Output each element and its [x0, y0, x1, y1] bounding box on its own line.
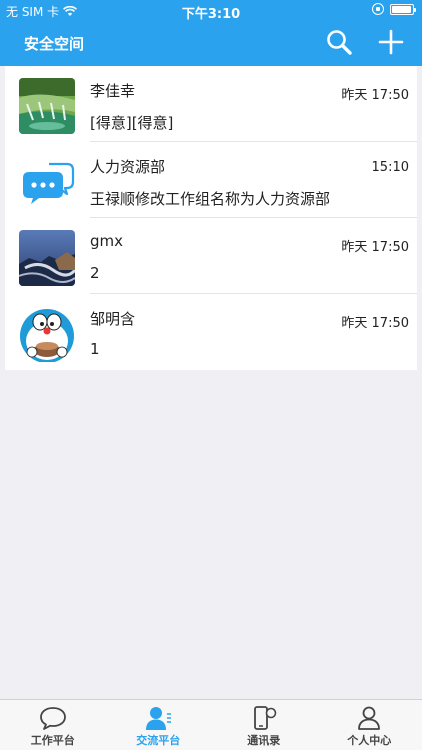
tab-contacts[interactable]: 通讯录 [211, 700, 317, 750]
group-chat-icon [19, 154, 75, 210]
conversation-name: 李佳幸 [90, 82, 136, 100]
tab-work-platform[interactable]: 工作平台 [0, 700, 106, 750]
orientation-lock-icon [372, 3, 384, 15]
conversation-message: [得意][得意] [90, 114, 174, 132]
tab-bar: 工作平台 交流平台 通讯录 个人中心 [0, 699, 422, 750]
conversation-list: 李佳幸 昨天 17:50 [得意][得意] 人力资源部 15:10 王禄顺修改工… [5, 66, 417, 370]
tab-label: 交流平台 [136, 734, 181, 747]
tab-communication-platform[interactable]: 交流平台 [106, 700, 212, 750]
conversation-item[interactable]: gmx 昨天 17:50 2 [5, 218, 417, 294]
page-title: 安全空间 [24, 35, 85, 53]
person-chat-icon [146, 707, 172, 730]
tab-label: 通讯录 [247, 734, 281, 747]
conversation-message: 1 [90, 340, 100, 358]
add-icon[interactable] [378, 29, 404, 55]
nav-bar: 安全空间 [0, 20, 422, 66]
conversation-time: 15:10 [371, 160, 409, 175]
doraemon-avatar [19, 306, 75, 362]
coastal-rock-avatar [19, 230, 75, 286]
conversation-time: 昨天 17:50 [341, 88, 409, 103]
conversation-name: gmx [90, 232, 124, 250]
chat-bubble-icon [39, 707, 66, 730]
conversation-time: 昨天 17:50 [341, 240, 409, 255]
status-bar: 无 SIM 卡 下午3:10 [0, 0, 422, 22]
conversation-item[interactable]: 李佳幸 昨天 17:50 [得意][得意] [5, 66, 417, 142]
tab-personal-center[interactable]: 个人中心 [317, 700, 422, 750]
conversation-message: 2 [90, 264, 100, 282]
top-bar: 无 SIM 卡 下午3:10 安全空间 [0, 0, 422, 66]
person-icon [358, 706, 381, 730]
conversation-item[interactable]: 人力资源部 15:10 王禄顺修改工作组名称为人力资源部 [5, 142, 417, 218]
search-icon[interactable] [326, 29, 352, 55]
battery-icon [390, 3, 416, 15]
tab-label: 个人中心 [347, 734, 392, 747]
conversation-name: 邹明含 [90, 310, 136, 328]
phone-contacts-icon [253, 706, 277, 730]
conversation-time: 昨天 17:50 [341, 316, 409, 331]
conversation-message: 王禄顺修改工作组名称为人力资源部 [90, 190, 331, 208]
conversation-item[interactable]: 邹明含 昨天 17:50 1 [5, 294, 417, 370]
waterfall-avatar [19, 78, 75, 134]
status-right [372, 3, 416, 15]
conversation-name: 人力资源部 [90, 158, 166, 176]
tab-label: 工作平台 [30, 734, 75, 747]
